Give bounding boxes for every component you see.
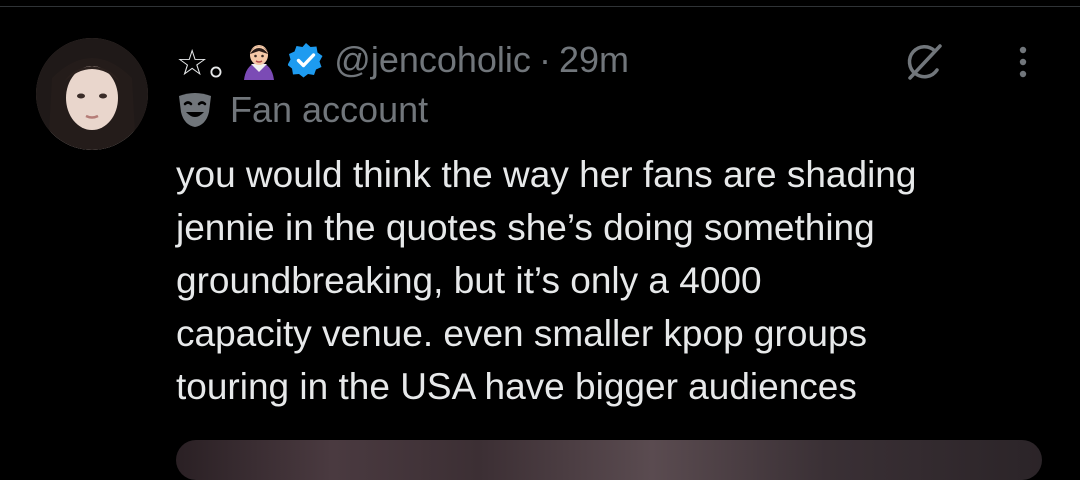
handle[interactable]: @jencoholic	[334, 39, 531, 81]
grok-icon[interactable]	[902, 40, 946, 84]
theater-mask-icon	[176, 91, 214, 129]
top-divider	[0, 6, 1080, 7]
post-text-line: groundbreaking, but it’s only a 4000	[176, 260, 762, 301]
display-name[interactable]: ☆｡	[176, 34, 228, 86]
vampire-emoji-icon	[242, 40, 276, 80]
avatar[interactable]	[36, 38, 148, 150]
post-text-line: capacity venue. even smaller kpop groups	[176, 313, 868, 354]
post-text-line: you would think the way her fans are sha…	[176, 154, 917, 195]
post-text-line: touring in the USA have bigger audiences	[176, 366, 857, 407]
separator-dot: ·	[538, 39, 551, 80]
more-options-icon[interactable]	[1008, 42, 1038, 82]
account-label: Fan account	[176, 86, 428, 134]
post-text-line: jennie in the quotes she’s doing somethi…	[176, 207, 875, 248]
media-preview[interactable]	[176, 440, 1042, 480]
verified-badge-icon[interactable]	[287, 42, 324, 78]
post-header: ☆｡ @jencoholic · 29m	[176, 34, 629, 86]
label-text: Fan account	[230, 89, 429, 130]
timestamp[interactable]: 29m	[559, 39, 629, 81]
post-text: you would think the way her fans are sha…	[176, 148, 1056, 413]
